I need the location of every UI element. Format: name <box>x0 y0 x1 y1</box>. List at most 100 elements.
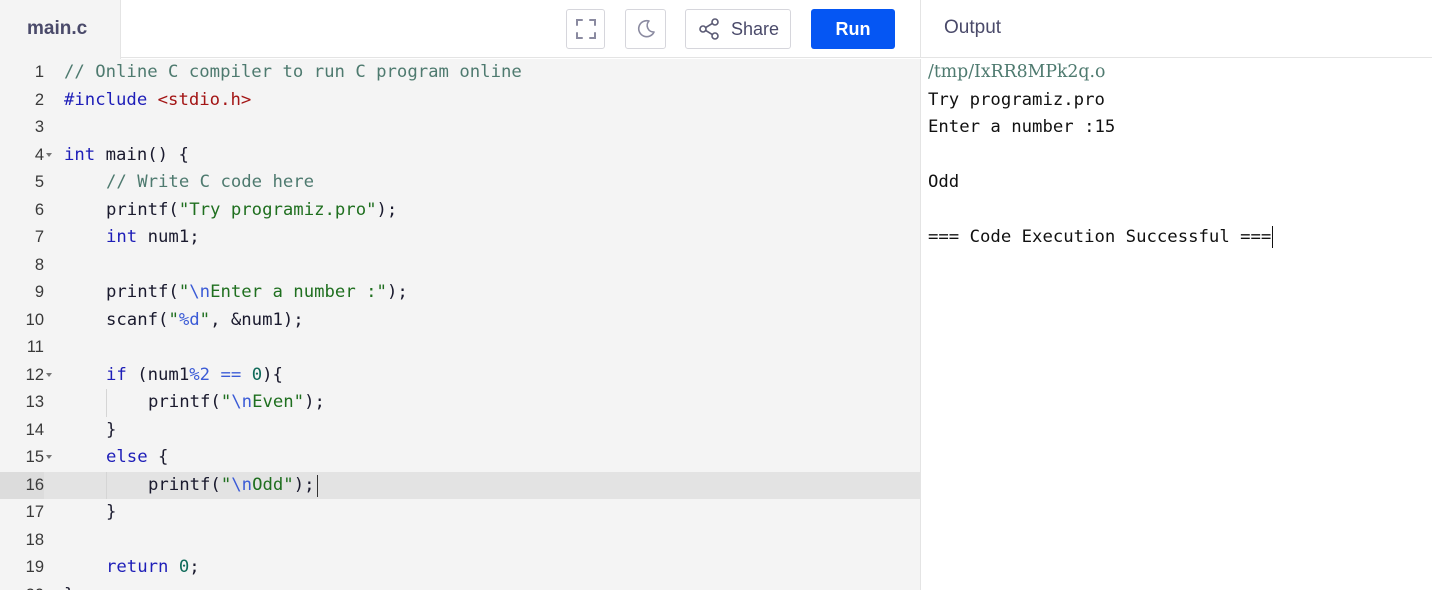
code-include: <stdio.h> <box>157 89 252 110</box>
code-editor[interactable]: 1 // Online C compiler to run C program … <box>0 59 920 590</box>
code-text: } <box>106 502 117 522</box>
code-operator: %2 <box>189 364 211 385</box>
line-number: 8 <box>34 255 44 274</box>
code-string: Enter a number :" <box>210 282 387 302</box>
indent-guide <box>106 471 107 499</box>
code-text: } <box>106 419 117 440</box>
code-text: ); <box>376 199 398 220</box>
line-number: 16 <box>0 471 44 499</box>
line-number: 10 <box>25 310 44 329</box>
line-number: 9 <box>34 283 44 301</box>
line-number: 1 <box>34 63 44 81</box>
code-line[interactable]: 17 } <box>0 499 920 527</box>
code-line[interactable]: 20 } <box>0 582 920 590</box>
code-line[interactable]: 9 printf("\nEnter a number :"); <box>0 279 920 307</box>
code-text: num1; <box>137 227 200 247</box>
code-text: ); <box>304 392 325 412</box>
share-icon <box>699 18 719 40</box>
output-path: /tmp/IxRR8MPk2q.o <box>928 62 1106 82</box>
line-number: 14 <box>25 420 44 439</box>
code-string: Even" <box>252 392 305 412</box>
code-text: printf( <box>148 392 221 412</box>
code-line[interactable]: 7 int num1; <box>0 224 920 252</box>
code-line[interactable]: 5 // Write C code here <box>0 169 920 197</box>
run-button[interactable]: Run <box>811 9 895 49</box>
fold-arrow-icon[interactable] <box>46 455 52 459</box>
code-escape: \n <box>189 282 211 302</box>
code-string: " <box>220 392 232 412</box>
code-text: printf( <box>148 474 221 495</box>
code-escape: \n <box>231 392 253 412</box>
line-number: 6 <box>34 200 44 219</box>
code-string: " <box>168 309 179 330</box>
line-number: 15 <box>25 448 44 466</box>
code-line[interactable]: 10 scanf("%d", &num1); <box>0 307 920 335</box>
line-number: 7 <box>34 228 44 246</box>
share-button[interactable]: Share <box>685 9 791 49</box>
code-keyword: int <box>64 144 96 165</box>
code-number: 0 <box>168 557 190 577</box>
output-line: Try programiz.pro <box>928 89 1105 110</box>
code-line[interactable]: 1 // Online C compiler to run C program … <box>0 59 920 87</box>
fold-arrow-icon[interactable] <box>46 152 52 157</box>
line-number: 4 <box>34 145 44 164</box>
code-line[interactable]: 4 int main() { <box>0 142 920 170</box>
code-text: ; <box>189 557 200 577</box>
code-keyword: if <box>106 364 127 385</box>
code-text: (num1 <box>126 364 190 385</box>
code-format-specifier: %d <box>178 309 200 330</box>
code-string: Odd" <box>252 474 294 495</box>
code-text: { <box>147 447 169 467</box>
theme-toggle-button[interactable] <box>625 9 666 49</box>
code-text: } <box>64 585 74 590</box>
code-line[interactable]: 14 } <box>0 417 920 445</box>
code-text: , &num1); <box>210 309 304 330</box>
moon-icon <box>637 19 655 38</box>
text-caret <box>1272 226 1274 248</box>
code-line[interactable]: 18 <box>0 527 920 555</box>
code-line[interactable]: 19 return 0; <box>0 554 920 582</box>
code-line[interactable]: 3 <box>0 114 920 142</box>
code-text: ){ <box>262 364 283 385</box>
code-line[interactable]: 12 if (num1%2 == 0){ <box>0 362 920 390</box>
code-number: 0 <box>251 364 263 385</box>
code-keyword: int <box>106 227 138 247</box>
code-text: main() { <box>95 144 189 165</box>
file-tab-main-c[interactable]: main.c <box>0 0 121 59</box>
code-text: scanf( <box>106 309 169 330</box>
line-number: 5 <box>34 173 44 191</box>
text-caret <box>317 474 318 497</box>
output-panel[interactable]: /tmp/IxRR8MPk2q.o Try programiz.pro Ente… <box>920 59 1432 590</box>
line-number: 2 <box>34 90 44 109</box>
share-label: Share <box>730 18 780 39</box>
code-string: " <box>199 309 211 330</box>
fullscreen-button[interactable] <box>566 9 605 49</box>
output-line: Enter a number :15 <box>928 117 1116 137</box>
code-operator: == <box>210 364 252 385</box>
code-string: " <box>220 474 232 495</box>
code-string: "Try programiz.pro" <box>178 199 377 220</box>
code-line[interactable]: 13 printf("\nEven"); <box>0 389 920 417</box>
code-line[interactable]: 15 else { <box>0 444 920 472</box>
line-number: 3 <box>34 118 44 136</box>
code-line[interactable]: 8 <box>0 252 920 280</box>
output-title: Output <box>944 17 1002 38</box>
code-comment: // Write C code here <box>106 172 315 192</box>
fold-arrow-icon[interactable] <box>46 372 52 377</box>
code-line[interactable]: 6 printf("Try programiz.pro"); <box>0 197 920 225</box>
code-line-active[interactable]: 16 printf("\nOdd"); <box>0 471 920 499</box>
line-number: 19 <box>25 558 44 576</box>
code-line[interactable]: 11 <box>0 334 920 362</box>
code-keyword: #include <box>64 89 148 110</box>
code-text: printf( <box>106 199 179 220</box>
output-line: Odd <box>928 172 960 192</box>
code-escape: \n <box>231 474 253 495</box>
code-text: printf( <box>106 282 179 302</box>
line-number: 12 <box>25 365 44 384</box>
line-number: 17 <box>25 503 44 521</box>
code-line[interactable]: 2 #include <stdio.h> <box>0 87 920 115</box>
code-string: " <box>178 282 190 302</box>
fullscreen-icon <box>575 19 596 39</box>
line-number: 18 <box>25 530 44 549</box>
top-bar: main.c Share Run Output <box>0 0 1432 59</box>
